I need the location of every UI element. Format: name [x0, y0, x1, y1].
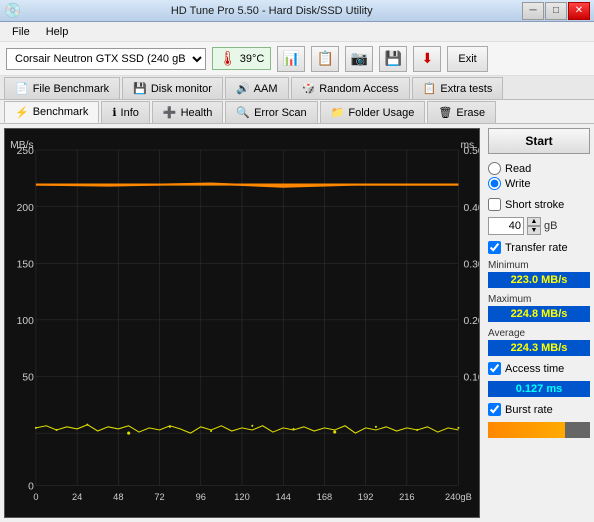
stroke-value-input[interactable] [488, 217, 524, 235]
burst-rate-checkbox[interactable]: Burst rate [488, 403, 590, 416]
file-benchmark-icon: 📄 [15, 82, 29, 95]
stroke-unit: gB [544, 220, 557, 232]
svg-text:50: 50 [22, 373, 34, 384]
tab-health[interactable]: ➕ Health [152, 101, 224, 123]
drive-select[interactable]: Corsair Neutron GTX SSD (240 gB) [6, 48, 206, 70]
burst-rate-fill [488, 422, 565, 438]
thermometer-icon: 🌡 [219, 50, 237, 67]
svg-text:144: 144 [275, 492, 290, 502]
tab-benchmark[interactable]: ⚡ Benchmark [4, 101, 99, 123]
chart-area: 250 200 150 100 50 0 MB/s 0.50 0.40 0.30… [4, 128, 480, 518]
window-title: HD Tune Pro 5.50 - Hard Disk/SSD Utility [21, 5, 522, 17]
minimum-value: 223.0 MB/s [488, 272, 590, 288]
svg-text:72: 72 [154, 492, 164, 502]
svg-text:0.20: 0.20 [464, 316, 479, 327]
maximum-value: 224.8 MB/s [488, 306, 590, 322]
window-controls: ─ □ ✕ [522, 2, 590, 20]
tab-info[interactable]: ℹ Info [101, 101, 150, 123]
tab-random-access[interactable]: 🎲 Random Access [291, 77, 410, 99]
close-button[interactable]: ✕ [568, 2, 590, 20]
error-scan-icon: 🔍 [236, 106, 250, 119]
tab-extra-tests[interactable]: 📋 Extra tests [412, 77, 504, 99]
toolbar-btn-1[interactable]: 📊 [277, 46, 305, 72]
svg-text:240gB: 240gB [445, 492, 472, 502]
access-time-stat: 0.127 ms [488, 381, 590, 397]
svg-text:0.30: 0.30 [464, 259, 479, 270]
tab-error-scan[interactable]: 🔍 Error Scan [225, 101, 317, 123]
menu-help[interactable]: Help [38, 24, 77, 40]
temperature-display: 🌡 39°C [212, 47, 271, 70]
main-content: 250 200 150 100 50 0 MB/s 0.50 0.40 0.30… [0, 124, 594, 522]
svg-text:192: 192 [358, 492, 373, 502]
tab-folder-usage[interactable]: 📁 Folder Usage [320, 101, 426, 123]
stroke-spinner[interactable]: ▲ ▼ [527, 217, 541, 235]
health-icon: ➕ [163, 106, 177, 119]
read-radio[interactable]: Read [488, 162, 590, 175]
minimum-label: Minimum [488, 260, 590, 271]
app-icon: 💿 [4, 2, 21, 19]
benchmark-icon: ⚡ [15, 106, 29, 119]
toolbar: Corsair Neutron GTX SSD (240 gB) 🌡 39°C … [0, 42, 594, 76]
tab-disk-monitor[interactable]: 💾 Disk monitor [122, 77, 223, 99]
menu-bar: File Help [0, 22, 594, 42]
tab-erase[interactable]: 🗑 Erase [427, 101, 496, 123]
svg-text:ms: ms [460, 140, 474, 151]
aam-icon: 🔊 [236, 82, 250, 95]
minimum-stat: Minimum 223.0 MB/s [488, 260, 590, 288]
svg-text:24: 24 [72, 492, 82, 502]
temperature-value: 39°C [240, 53, 265, 65]
tabs-row-1: 📄 File Benchmark 💾 Disk monitor 🔊 AAM 🎲 … [0, 76, 594, 100]
minimize-button[interactable]: ─ [522, 2, 544, 20]
svg-text:96: 96 [196, 492, 206, 502]
svg-text:100: 100 [17, 316, 34, 327]
spin-down-button[interactable]: ▼ [527, 226, 541, 235]
extra-tests-icon: 📋 [423, 82, 437, 95]
average-value: 224.3 MB/s [488, 340, 590, 356]
disk-monitor-icon: 💾 [133, 82, 147, 95]
burst-rate-bar [488, 422, 590, 438]
mode-radio-group: Read Write [488, 160, 590, 192]
svg-text:120: 120 [234, 492, 249, 502]
toolbar-btn-2[interactable]: 📋 [311, 46, 339, 72]
exit-button[interactable]: Exit [447, 46, 487, 72]
toolbar-btn-3[interactable]: 📷 [345, 46, 373, 72]
average-stat: Average 224.3 MB/s [488, 328, 590, 356]
svg-text:MB/s: MB/s [10, 140, 33, 151]
transfer-rate-checkbox[interactable]: Transfer rate [488, 241, 590, 254]
title-bar: 💿 HD Tune Pro 5.50 - Hard Disk/SSD Utili… [0, 0, 594, 22]
tab-file-benchmark[interactable]: 📄 File Benchmark [4, 77, 120, 99]
tabs-row-2: ⚡ Benchmark ℹ Info ➕ Health 🔍 Error Scan… [0, 100, 594, 124]
right-panel: Start Read Write Short stroke ▲ ▼ gB [484, 124, 594, 522]
svg-text:0.40: 0.40 [464, 203, 479, 214]
write-radio[interactable]: Write [488, 177, 590, 190]
erase-icon: 🗑 [438, 106, 452, 119]
maximum-label: Maximum [488, 294, 590, 305]
maximize-button[interactable]: □ [545, 2, 567, 20]
stroke-row: ▲ ▼ gB [488, 217, 590, 235]
access-time-checkbox[interactable]: Access time [488, 362, 590, 375]
folder-usage-icon: 📁 [331, 106, 345, 119]
toolbar-btn-4[interactable]: 💾 [379, 46, 407, 72]
tab-aam[interactable]: 🔊 AAM [225, 77, 289, 99]
average-label: Average [488, 328, 590, 339]
spin-up-button[interactable]: ▲ [527, 217, 541, 226]
info-icon: ℹ [112, 106, 116, 119]
maximum-stat: Maximum 224.8 MB/s [488, 294, 590, 322]
short-stroke-checkbox[interactable]: Short stroke [488, 198, 590, 211]
start-button[interactable]: Start [488, 128, 590, 154]
svg-text:150: 150 [17, 259, 34, 270]
svg-text:0: 0 [33, 492, 38, 502]
svg-text:168: 168 [317, 492, 332, 502]
svg-text:200: 200 [17, 203, 34, 214]
random-access-icon: 🎲 [302, 82, 316, 95]
svg-text:0.10: 0.10 [464, 373, 479, 384]
benchmark-chart: 250 200 150 100 50 0 MB/s 0.50 0.40 0.30… [5, 129, 479, 517]
svg-text:216: 216 [399, 492, 414, 502]
toolbar-btn-5[interactable]: ⬇ [413, 46, 441, 72]
access-time-value: 0.127 ms [488, 381, 590, 397]
menu-file[interactable]: File [4, 24, 38, 40]
svg-text:0: 0 [28, 482, 34, 493]
svg-text:48: 48 [113, 492, 123, 502]
